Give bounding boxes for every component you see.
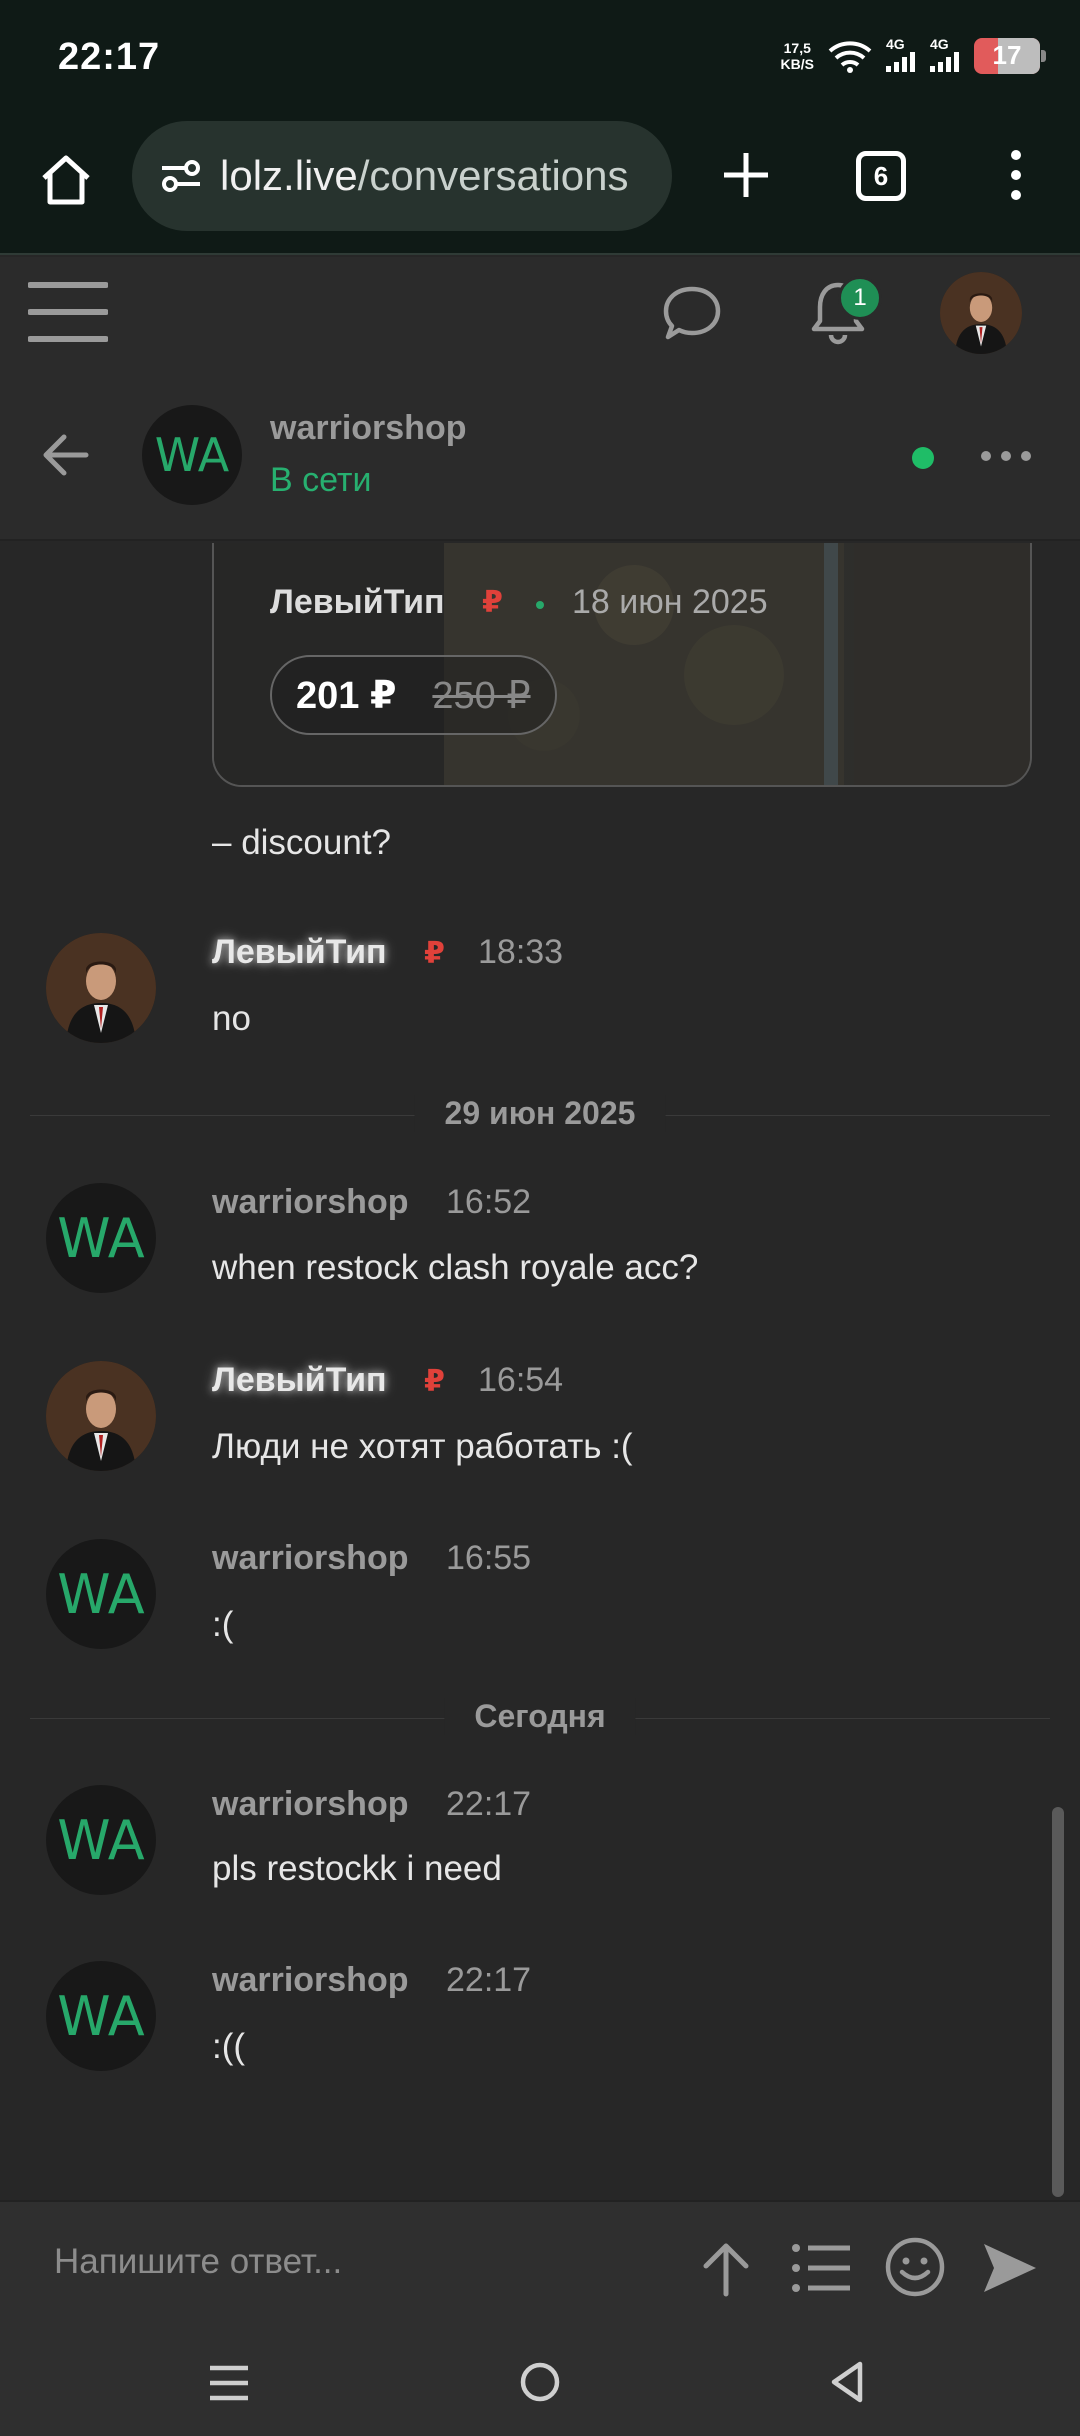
list-icon[interactable] xyxy=(790,2240,854,2296)
cell-signal-2: 4G xyxy=(930,36,960,75)
cell-signal-1: 4G xyxy=(886,36,916,75)
ruble-badge-icon: ₽ xyxy=(424,937,445,970)
message-time: 16:55 xyxy=(446,1539,532,1577)
date-divider: Сегодня xyxy=(30,1698,1050,1738)
home-icon[interactable] xyxy=(36,150,96,210)
product-card[interactable]: ЛевыйТип ₽ 18 июн 2025 201 ₽ 250 ₽ xyxy=(212,543,1032,787)
chat-bubble-icon[interactable] xyxy=(660,281,724,345)
wifi-icon xyxy=(828,40,872,73)
new-tab-icon[interactable] xyxy=(716,145,776,205)
conversation-name[interactable]: warriorshop xyxy=(270,409,466,448)
message-text: – discount? xyxy=(212,823,392,862)
ruble-badge-icon: ₽ xyxy=(482,586,503,619)
message-author[interactable]: warriorshop xyxy=(212,1183,408,1222)
more-options-icon[interactable] xyxy=(978,439,1034,473)
date-divider: 29 июн 2025 xyxy=(30,1095,1050,1135)
hamburger-menu-icon[interactable] xyxy=(28,279,108,345)
url-text[interactable]: lolz.live/conversations xyxy=(220,152,629,200)
avatar[interactable]: WA xyxy=(46,1539,156,1649)
card-seller-name[interactable]: ЛевыйТип xyxy=(270,583,445,622)
message-author[interactable]: ЛевыйТип xyxy=(212,1361,387,1400)
browser-toolbar: lolz.live/conversations 6 xyxy=(0,115,1080,255)
message-text: no xyxy=(212,999,251,1038)
price-current: 201 ₽ xyxy=(296,674,397,717)
net-speed: 17,5 KB/S xyxy=(780,39,814,72)
browser-menu-icon[interactable] xyxy=(996,145,1036,205)
avatar[interactable]: WA xyxy=(46,1785,156,1895)
separator-dot-icon xyxy=(536,601,544,609)
online-status: В сети xyxy=(270,461,372,499)
signal-bars-icon xyxy=(930,52,959,72)
url-bar[interactable]: lolz.live/conversations xyxy=(132,121,672,231)
message-composer: Напишите ответ... xyxy=(0,2200,1080,2330)
recent-apps-icon[interactable] xyxy=(208,2362,250,2404)
site-header xyxy=(0,257,1080,369)
conversation-avatar[interactable]: WA xyxy=(142,405,242,505)
conversation-header: WA warriorshop В сети xyxy=(0,369,1080,541)
message-text: Люди не хотят работать :( xyxy=(212,1427,633,1466)
scrollbar[interactable] xyxy=(1052,1807,1064,2197)
message-time: 22:17 xyxy=(446,1785,532,1823)
message-time: 22:17 xyxy=(446,1961,532,1999)
url-path: /conversations xyxy=(357,152,629,199)
message-text: :( xyxy=(212,1605,234,1644)
back-arrow-icon[interactable] xyxy=(38,427,94,483)
avatar[interactable]: WA xyxy=(46,1183,156,1293)
status-bar: 22:17 17,5 KB/S 4G 4G 17 xyxy=(0,0,1080,115)
url-host: lolz.live xyxy=(220,152,358,199)
message-author[interactable]: warriorshop xyxy=(212,1785,408,1824)
avatar[interactable] xyxy=(46,1361,156,1471)
man-in-suit-portrait xyxy=(46,933,156,1043)
emoji-icon[interactable] xyxy=(884,2236,946,2298)
message-author[interactable]: warriorshop xyxy=(212,1539,408,1578)
battery-indicator: 17 xyxy=(974,37,1046,74)
message-text: when restock clash royale acc? xyxy=(212,1248,699,1287)
tab-switcher-button[interactable]: 6 xyxy=(856,151,906,201)
signal-bars-icon xyxy=(886,52,915,72)
price-pill: 201 ₽ 250 ₽ xyxy=(270,655,557,735)
message-author[interactable]: warriorshop xyxy=(212,1961,408,2000)
message-list: ЛевыйТип ₽ 18 июн 2025 201 ₽ 250 ₽ – dis… xyxy=(0,543,1080,2198)
notification-badge: 1 xyxy=(838,276,882,320)
system-nav-bar xyxy=(0,2330,1080,2436)
date-divider-label: Сегодня xyxy=(444,1698,636,1735)
back-triangle-icon[interactable] xyxy=(826,2360,870,2404)
price-old: 250 ₽ xyxy=(432,674,531,717)
man-in-suit-portrait xyxy=(940,272,1022,354)
message-time: 18:33 xyxy=(478,933,564,971)
message-time: 16:52 xyxy=(446,1183,532,1221)
message-text: pls restockk i need xyxy=(212,1849,502,1888)
avatar[interactable] xyxy=(46,933,156,1043)
online-dot-icon xyxy=(912,447,934,469)
date-divider-label: 29 июн 2025 xyxy=(414,1095,666,1132)
arrow-up-icon[interactable] xyxy=(698,2238,754,2298)
man-in-suit-portrait xyxy=(46,1361,156,1471)
send-icon[interactable] xyxy=(980,2238,1040,2298)
status-time: 22:17 xyxy=(58,36,161,78)
home-circle-icon[interactable] xyxy=(518,2360,562,2404)
message-author[interactable]: ЛевыйТип xyxy=(212,933,387,972)
user-avatar[interactable] xyxy=(940,272,1022,354)
avatar[interactable]: WA xyxy=(46,1961,156,2071)
card-date: 18 июн 2025 xyxy=(572,583,768,621)
message-time: 16:54 xyxy=(478,1361,564,1399)
status-icons: 17,5 KB/S 4G 4G 17 xyxy=(780,36,1046,75)
ruble-badge-icon: ₽ xyxy=(424,1365,445,1398)
reply-input[interactable]: Напишите ответ... xyxy=(54,2242,342,2282)
message-text: :(( xyxy=(212,2027,246,2066)
site-settings-icon[interactable] xyxy=(156,151,206,201)
